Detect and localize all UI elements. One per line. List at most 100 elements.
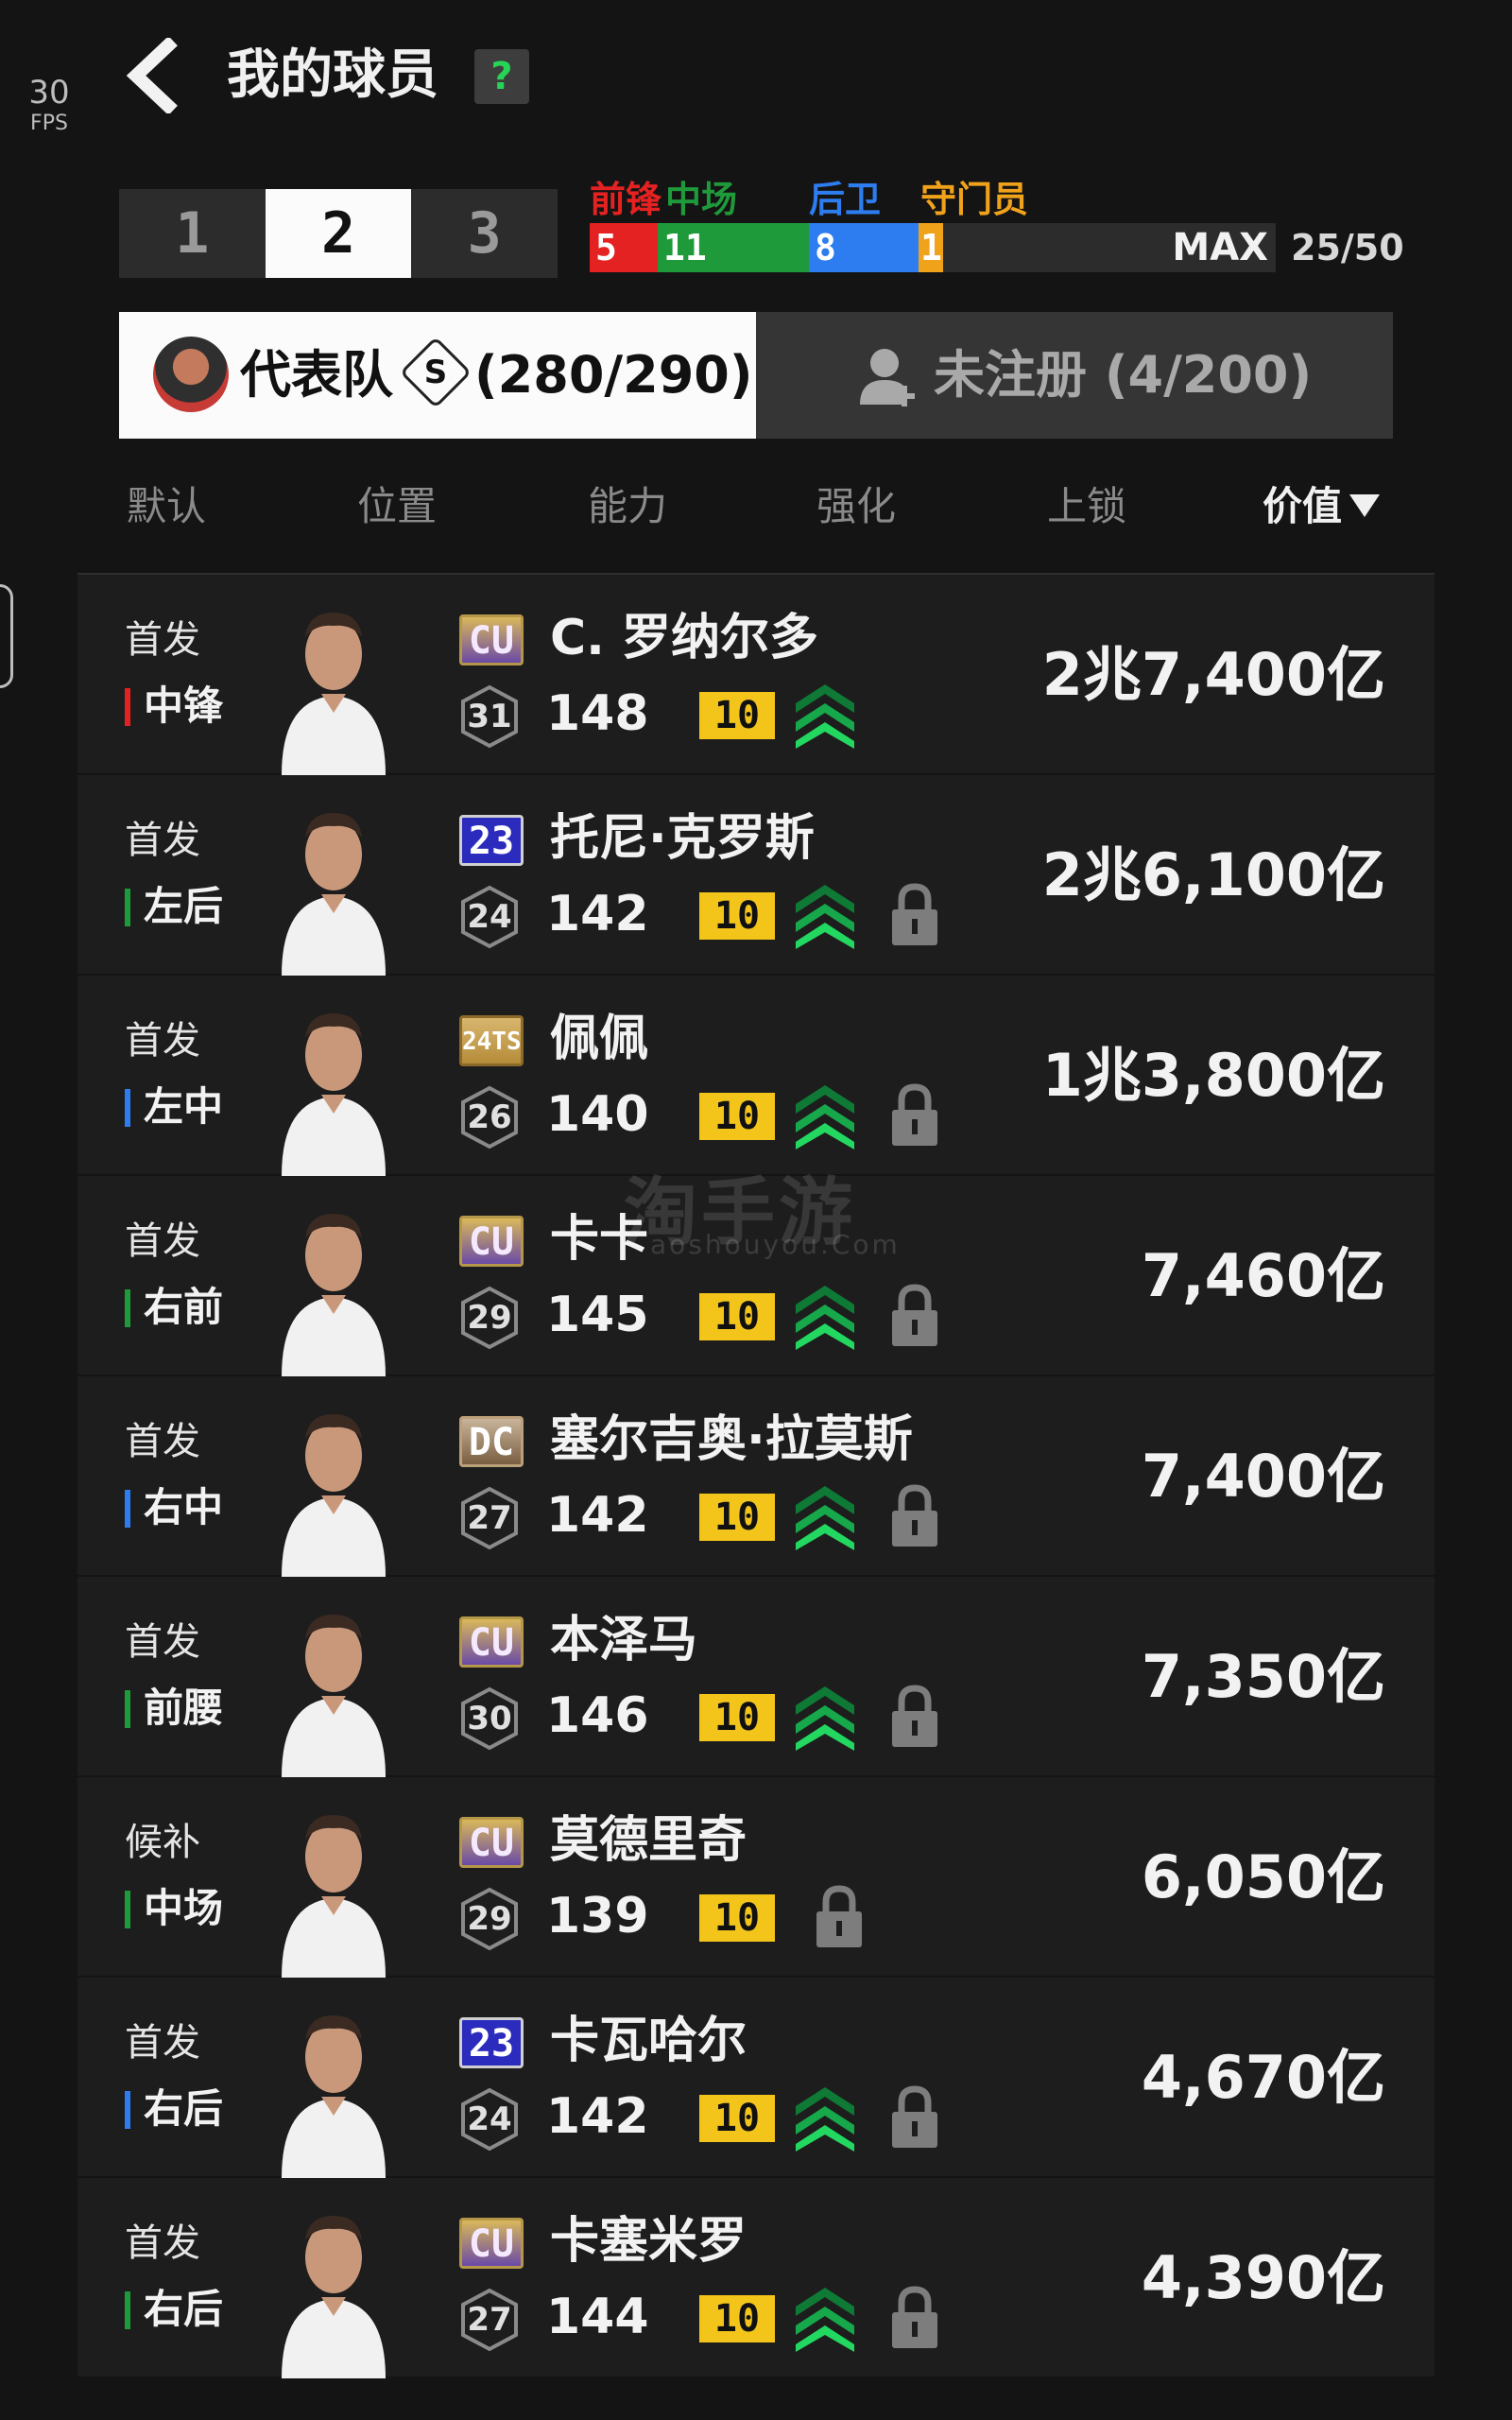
page-tab-3[interactable]: 3: [411, 189, 558, 278]
enhance-level-badge: 10: [699, 1093, 775, 1140]
tab-squad-label: 代表队: [240, 345, 393, 405]
boost-chevrons-icon: [796, 1686, 854, 1751]
player-ovr: 142: [546, 1487, 649, 1544]
player-row[interactable]: 首发 中锋 CU C. 罗纳尔多 31 148 10 2兆7,400亿: [77, 575, 1435, 775]
page-title: 我的球员: [227, 44, 438, 106]
lock-icon[interactable]: [888, 1482, 941, 1548]
ovr-badge-value: 29: [467, 1299, 512, 1337]
enhance-level-badge: 10: [699, 1293, 775, 1340]
player-photo: [276, 1599, 391, 1777]
tab-unregistered[interactable]: 未注册 (4/200): [756, 312, 1393, 439]
player-row[interactable]: 首发 右后 23 卡瓦哈尔 24 142 10 4,670亿: [77, 1978, 1435, 2178]
player-position-label: 右后: [144, 2085, 224, 2132]
ovr-badge-value: 26: [467, 1098, 512, 1136]
fps-counter: 30 FPS: [21, 74, 77, 136]
lock-icon[interactable]: [888, 1081, 941, 1148]
legend-goalkeeper: 守门员: [920, 179, 1029, 220]
player-row[interactable]: 首发 右后 CU 卡塞米罗 27 144 10 4,390亿: [77, 2178, 1435, 2378]
ovr-badge-value: 27: [467, 2301, 512, 2339]
tab-unregistered-label-wrap: 未注册 (4/200): [934, 340, 1312, 410]
ovr-hex-badge: 29: [457, 1286, 522, 1350]
player-row[interactable]: 首发 右中 DC 塞尔吉奥·拉莫斯 27 142 10 7,400亿: [77, 1376, 1435, 1577]
enhance-level-badge: 10: [699, 892, 775, 940]
sort-ability[interactable]: 能力: [588, 478, 667, 535]
player-ovr: 146: [546, 1687, 649, 1744]
player-status: 首发: [125, 1219, 200, 1263]
player-value: 1兆3,800亿: [1041, 1041, 1385, 1110]
help-button[interactable]: ?: [474, 49, 529, 104]
tab-squad[interactable]: 代表队 S (280/290): [119, 312, 756, 439]
card-type-badge: CU: [459, 2218, 524, 2269]
page-tab-1[interactable]: 1: [119, 189, 266, 278]
lock-icon[interactable]: [888, 2284, 941, 2350]
position-color-bar: [125, 1289, 130, 1327]
sort-default[interactable]: 默认: [127, 478, 206, 535]
sort-enhance[interactable]: 强化: [816, 478, 896, 535]
player-status: 候补: [125, 1821, 200, 1864]
player-value: 7,350亿: [1141, 1642, 1385, 1711]
ovr-hex-badge: 24: [457, 2087, 522, 2152]
boost-chevrons-icon: [796, 1486, 854, 1550]
player-photo: [276, 597, 391, 775]
page-tab-2[interactable]: 2: [265, 189, 412, 278]
player-row[interactable]: 首发 右前 CU 卡卡 29 145 10 7,460亿: [77, 1176, 1435, 1376]
card-type-badge: 24TS: [459, 1015, 524, 1066]
player-row[interactable]: 候补 中场 CU 莫德里奇 29 139 10 6,050亿: [77, 1777, 1435, 1978]
player-name: C. 罗纳尔多: [550, 610, 819, 666]
ovr-hex-badge: 27: [457, 1486, 522, 1550]
boost-chevrons-icon: [796, 1286, 854, 1350]
boost-chevrons-icon: [796, 684, 854, 749]
position-color-bar: [125, 1089, 130, 1127]
lock-icon[interactable]: [888, 1683, 941, 1749]
player-position-label: 前腰: [144, 1685, 224, 1731]
player-value: 7,400亿: [1141, 1442, 1385, 1511]
ovr-hex-badge: 27: [457, 2288, 522, 2352]
lock-icon[interactable]: [888, 2083, 941, 2150]
ovr-badge-value: 31: [467, 698, 512, 735]
sort-value[interactable]: 价值: [1263, 478, 1381, 535]
player-ovr: 144: [546, 2289, 649, 2345]
player-photo: [276, 798, 391, 976]
back-button[interactable]: [119, 36, 185, 115]
bar-goalkeeper: 1: [919, 223, 943, 272]
position-color-bar: [125, 1891, 130, 1928]
position-color-bar: [125, 2091, 130, 2129]
player-position: 右前: [125, 1284, 223, 1331]
position-color-bar: [125, 688, 130, 726]
player-name: 莫德里奇: [550, 1812, 747, 1869]
sort-lock[interactable]: 上锁: [1047, 478, 1126, 535]
player-row[interactable]: 首发 左后 23 托尼·克罗斯 24 142 10 2兆6,100亿: [77, 775, 1435, 976]
side-handle[interactable]: [0, 584, 13, 688]
player-position: 中场: [125, 1885, 223, 1932]
lock-icon[interactable]: [813, 1883, 866, 1949]
lock-icon[interactable]: [888, 1282, 941, 1348]
tab-squad-count: (280/290): [474, 345, 753, 405]
player-position-label: 左中: [144, 1083, 224, 1130]
player-photo: [276, 1199, 391, 1376]
legend-midfield: 中场: [665, 179, 738, 220]
boost-chevrons-icon: [796, 2087, 854, 2152]
player-status: 首发: [125, 2221, 200, 2265]
player-position: 右后: [125, 2085, 223, 2133]
player-list: 首发 中锋 CU C. 罗纳尔多 31 148 10 2兆7,400亿 首发 左…: [77, 573, 1435, 2378]
player-row[interactable]: 首发 前腰 CU 本泽马 30 146 10 7,350亿: [77, 1577, 1435, 1777]
bar-midfield: 11: [658, 223, 809, 272]
player-ovr: 139: [546, 1888, 649, 1945]
player-status: 首发: [125, 2021, 200, 2065]
lock-icon[interactable]: [888, 881, 941, 947]
player-ovr: 142: [546, 886, 649, 942]
player-position: 左中: [125, 1083, 223, 1131]
card-type-badge: DC: [459, 1416, 524, 1467]
ovr-badge-value: 24: [467, 2100, 512, 2138]
player-value: 4,670亿: [1141, 2043, 1385, 2112]
legend-forward: 前锋: [590, 179, 662, 220]
player-photo: [276, 2201, 391, 2378]
position-color-bar: [125, 2291, 130, 2329]
bar-defender: 8: [809, 223, 919, 272]
card-type-badge: CU: [459, 1616, 524, 1668]
sort-position[interactable]: 位置: [357, 478, 437, 535]
card-type-badge: 23: [459, 2017, 524, 2068]
card-type-badge: CU: [459, 1817, 524, 1868]
player-row[interactable]: 首发 左中 24TS 佩佩 26 140 10 1兆3,800亿: [77, 976, 1435, 1176]
player-status: 首发: [125, 618, 200, 662]
